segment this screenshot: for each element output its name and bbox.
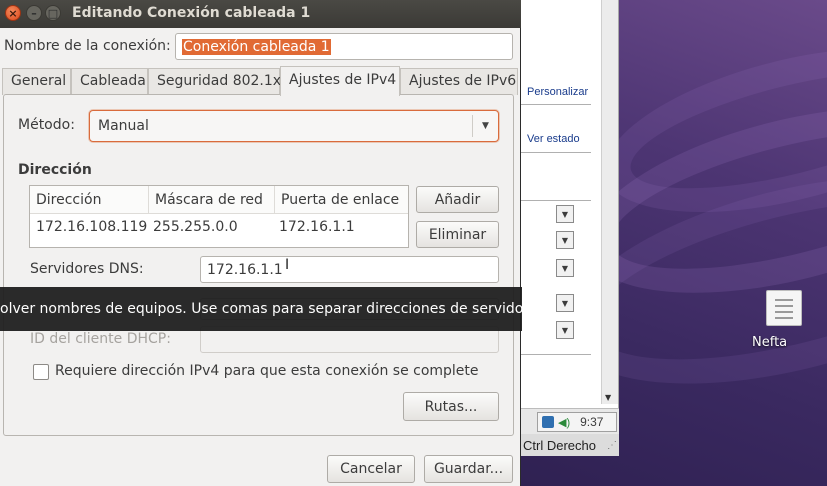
window-title: Editando Conexión cableada 1 [72, 5, 311, 21]
column-header-netmask[interactable]: Máscara de red [149, 186, 275, 214]
chevron-down-icon: ▼ [472, 115, 498, 137]
dns-tooltip-text: olver nombres de equipos. Use comas para… [0, 301, 522, 317]
method-label: Método: [18, 117, 75, 133]
maximize-icon[interactable]: □ [45, 5, 61, 21]
add-address-button[interactable]: Añadir [416, 186, 499, 213]
delete-address-button[interactable]: Eliminar [416, 221, 499, 248]
customize-link[interactable]: Personalizar [527, 86, 588, 98]
close-icon[interactable]: × [5, 5, 21, 21]
minimize-icon[interactable]: – [26, 5, 42, 21]
connection-name-value: Conexión cableada 1 [182, 38, 331, 55]
tab-wired[interactable]: Cableada [71, 68, 148, 95]
tab-general[interactable]: General [2, 68, 71, 95]
dns-servers-value: 172.16.1.1 [207, 261, 283, 278]
connection-name-label: Nombre de la conexión: [4, 38, 171, 54]
dns-tooltip: olver nombres de equipos. Use comas para… [0, 287, 522, 331]
host-key-bar: Ctrl Derecho ⋰ [521, 434, 619, 456]
dns-servers-input[interactable]: 172.16.1.1 [200, 256, 499, 283]
desktop-file-nefta[interactable]: Nefta [752, 290, 816, 350]
tab-security-8021x[interactable]: Seguridad 802.1x [148, 68, 281, 95]
text-cursor-icon: I [285, 257, 290, 273]
tab-bar: General Cableada Seguridad 802.1x Ajuste… [2, 66, 518, 96]
address-section-title: Dirección [18, 162, 92, 178]
cell-address[interactable]: 172.16.108.119 [30, 219, 153, 235]
speaker-icon: ◀) [558, 416, 571, 429]
address-table[interactable]: Dirección Máscara de red Puerta de enlac… [29, 185, 409, 248]
method-value: Manual [98, 118, 149, 134]
column-header-address[interactable]: Dirección [30, 186, 149, 214]
tab-ipv4-settings[interactable]: Ajustes de IPv4 [280, 66, 400, 96]
dropdown-button[interactable]: ▼ [556, 259, 574, 277]
dhcp-client-id-label: ID del cliente DHCP: [30, 331, 171, 347]
network-icon [542, 416, 554, 428]
require-ipv4-checkbox[interactable] [33, 364, 49, 380]
save-button[interactable]: Guardar... [424, 455, 513, 483]
cell-netmask[interactable]: 255.255.0.0 [147, 219, 244, 235]
method-select[interactable]: Manual ▼ [89, 110, 499, 142]
routes-button[interactable]: Rutas... [403, 392, 499, 421]
tab-ipv6-settings[interactable]: Ajustes de IPv6 [400, 68, 518, 95]
edit-connection-dialog: × – □ Editando Conexión cableada 1 Nombr… [0, 0, 521, 486]
view-status-link[interactable]: Ver estado [527, 133, 580, 145]
title-bar[interactable]: × – □ Editando Conexión cableada 1 [0, 0, 521, 28]
clock: 9:37 [580, 415, 604, 429]
dropdown-button[interactable]: ▼ [556, 205, 574, 223]
resize-grip-icon[interactable]: ⋰ [607, 440, 617, 451]
document-icon [766, 290, 802, 326]
tray-area: ◀) 9:37 [537, 412, 617, 432]
dropdown-button[interactable]: ▼ [556, 321, 574, 339]
cancel-button[interactable]: Cancelar [327, 455, 415, 483]
status-bar: ◀) 9:37 [521, 408, 619, 434]
cell-gateway[interactable]: 172.16.1.1 [273, 219, 361, 235]
dropdown-button[interactable]: ▼ [556, 231, 574, 249]
dns-servers-label: Servidores DNS: [30, 261, 144, 277]
scroll-down-arrow-icon[interactable]: ▼ [605, 393, 611, 402]
column-header-gateway[interactable]: Puerta de enlace [275, 186, 408, 214]
table-header: Dirección Máscara de red Puerta de enlac… [30, 186, 408, 214]
host-key-label: Ctrl Derecho [523, 437, 596, 453]
connection-name-input[interactable]: Conexión cableada 1 [175, 33, 513, 60]
vertical-scrollbar[interactable]: ▼ [601, 0, 618, 404]
dropdown-button[interactable]: ▼ [556, 294, 574, 312]
require-ipv4-label[interactable]: Requiere dirección IPv4 para que esta co… [55, 363, 479, 379]
desktop-file-label: Nefta [752, 335, 788, 350]
